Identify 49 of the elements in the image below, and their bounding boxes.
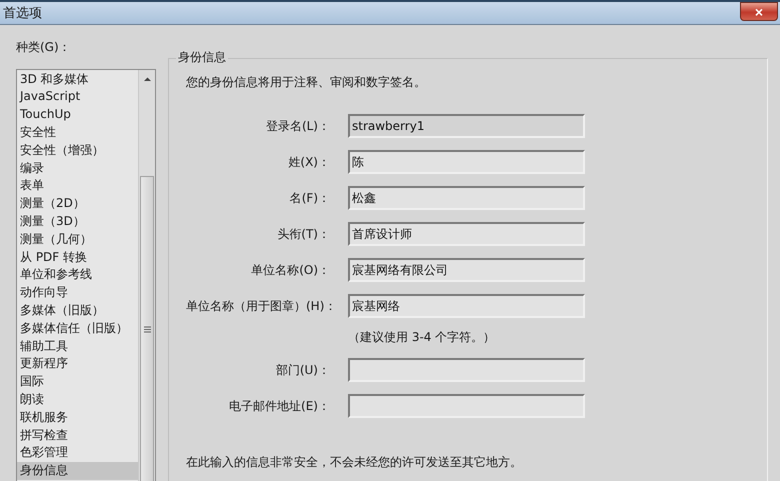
input-field[interactable]: 首席设计师 bbox=[348, 222, 585, 246]
category-item[interactable]: 辅助工具 bbox=[17, 338, 138, 356]
field-label: 电子邮件地址(E)： bbox=[228, 398, 330, 414]
category-item[interactable]: 色彩管理 bbox=[17, 444, 138, 462]
category-item[interactable]: 动作向导 bbox=[17, 284, 138, 302]
field-label: 登录名(L)： bbox=[264, 118, 330, 134]
category-item[interactable]: 多媒体信任（旧版） bbox=[17, 320, 138, 338]
scrollbar[interactable] bbox=[138, 70, 155, 481]
description-text: 您的身份信息将用于注释、审阅和数字签名。 bbox=[186, 74, 427, 91]
field-label: 单位名称(O)： bbox=[250, 262, 330, 278]
scroll-up-icon[interactable] bbox=[142, 74, 152, 84]
category-item[interactable]: 测量（几何） bbox=[17, 230, 138, 249]
category-item[interactable]: 表单 bbox=[17, 177, 138, 196]
category-label: 种类(G)： bbox=[16, 39, 72, 56]
group-title: 身份信息 bbox=[176, 49, 228, 66]
field-label: 名(F)： bbox=[288, 190, 330, 206]
input-field[interactable] bbox=[348, 394, 585, 418]
category-item[interactable]: 编录 bbox=[17, 160, 138, 178]
category-item[interactable]: TouchUp bbox=[17, 106, 138, 124]
input-field[interactable] bbox=[348, 358, 585, 382]
category-item[interactable]: 更新程序 bbox=[17, 355, 138, 374]
input-field[interactable]: 宸基网络有限公司 bbox=[348, 258, 585, 282]
close-button[interactable]: × bbox=[740, 2, 778, 21]
category-item[interactable]: 从 PDF 转换 bbox=[17, 248, 138, 266]
category-item[interactable]: 朗读 bbox=[17, 390, 138, 409]
category-item[interactable]: 安全性（增强） bbox=[17, 142, 138, 160]
input-field[interactable]: 宸基网络 bbox=[348, 294, 585, 318]
input-field[interactable]: 陈 bbox=[348, 150, 585, 174]
category-item[interactable]: 国际 bbox=[17, 373, 138, 391]
grip-icon bbox=[144, 326, 150, 333]
category-item[interactable]: 身份信息 bbox=[17, 462, 138, 480]
category-item[interactable]: JavaScript bbox=[17, 88, 138, 106]
hint-text: （建议使用 3-4 个字符。） bbox=[348, 329, 496, 346]
category-item[interactable]: 多媒体（旧版） bbox=[17, 302, 138, 320]
category-item[interactable]: 联机服务 bbox=[17, 408, 138, 427]
category-item[interactable]: 安全性 bbox=[17, 124, 138, 142]
field-label: 姓(X)： bbox=[287, 154, 330, 170]
category-item[interactable]: 测量（3D） bbox=[17, 213, 138, 231]
field-label: 头衔(T)： bbox=[276, 226, 330, 242]
category-item[interactable]: 测量（2D） bbox=[17, 195, 138, 214]
scroll-thumb[interactable] bbox=[140, 176, 154, 481]
category-item[interactable]: 单位和参考线 bbox=[17, 266, 138, 284]
field-label: 单位名称（用于图章）(H)： bbox=[186, 298, 330, 314]
field-label: 部门(U)： bbox=[274, 362, 330, 378]
privacy-note: 在此输入的信息非常安全，不会未经您的许可发送至其它地方。 bbox=[186, 454, 523, 471]
category-item[interactable]: 3D 和多媒体 bbox=[17, 70, 138, 88]
category-item[interactable]: 拼写检查 bbox=[17, 426, 138, 444]
input-field[interactable]: 松鑫 bbox=[348, 186, 585, 210]
window-title: 首选项 bbox=[2, 5, 42, 22]
